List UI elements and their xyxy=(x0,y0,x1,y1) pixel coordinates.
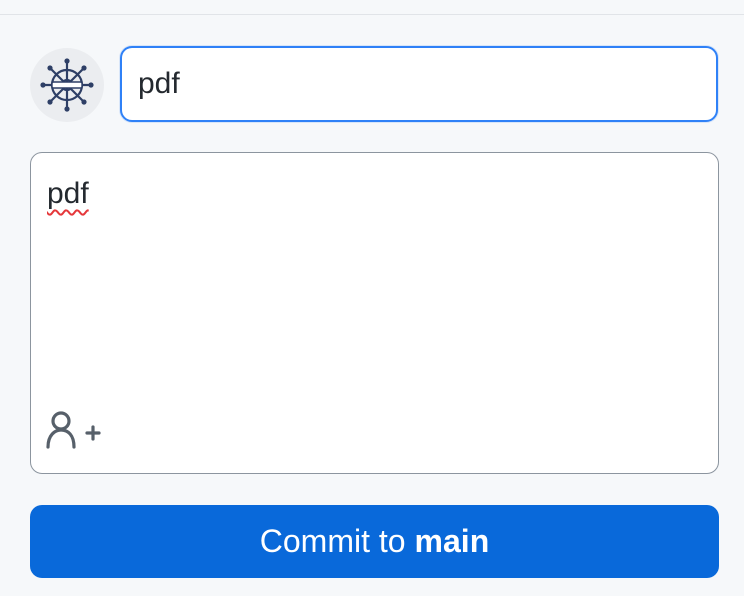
commit-button-label: Commit to xyxy=(259,523,406,559)
panel-top-divider xyxy=(0,14,744,15)
commit-description-input[interactable]: pdf xyxy=(30,152,719,474)
commit-button[interactable]: Commit to main xyxy=(30,505,719,578)
description-text: pdf xyxy=(47,177,89,210)
ship-wheel-icon xyxy=(40,58,94,112)
add-person-icon xyxy=(46,411,101,449)
add-coauthor-button[interactable] xyxy=(45,407,105,455)
avatar xyxy=(30,48,104,122)
commit-branch-name: main xyxy=(414,523,490,559)
commit-summary-input[interactable] xyxy=(120,46,718,122)
